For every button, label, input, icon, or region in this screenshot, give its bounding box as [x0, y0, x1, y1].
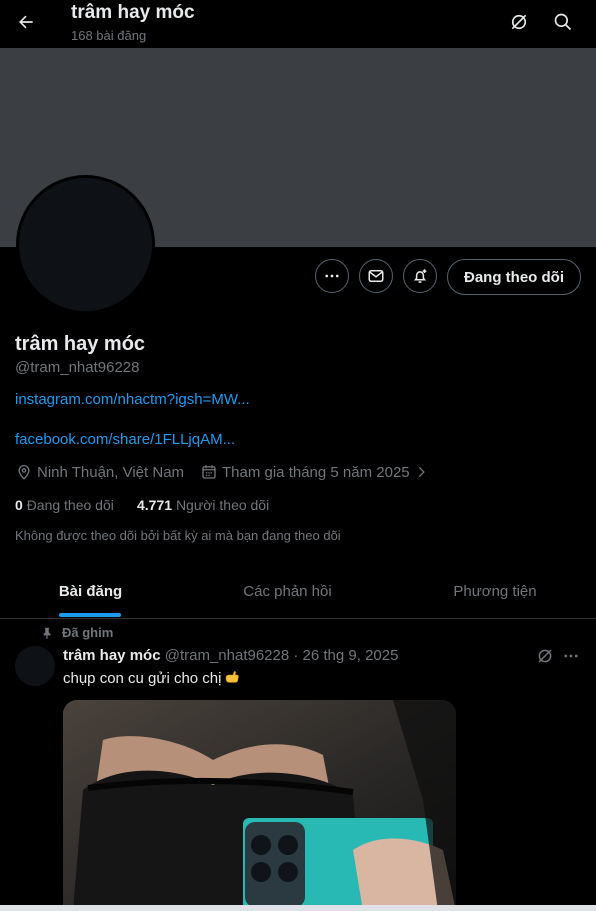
- mail-icon: [367, 267, 385, 285]
- instagram-link[interactable]: instagram.com/nhactm?igsh=MW...: [15, 391, 250, 408]
- bell-plus-icon: [411, 267, 429, 285]
- post-avatar[interactable]: [15, 646, 55, 686]
- location: Ninh Thuận, Việt Nam: [15, 463, 184, 481]
- calendar-icon: [200, 463, 218, 481]
- following-count[interactable]: 0 Đang theo dõi: [15, 497, 114, 513]
- not-followed-note: Không được theo dõi bởi bất kỳ ai mà bạn…: [15, 528, 341, 543]
- profile-tabs: Bài đăng Các phản hồi Phương tiện: [0, 565, 596, 619]
- post-text-content: chụp con cu gửi cho chị: [63, 670, 222, 687]
- following-button[interactable]: Đang theo dõi: [447, 259, 581, 295]
- join-date-text: Tham gia tháng 5 năm 2025: [222, 463, 410, 481]
- pin-icon: [40, 626, 54, 640]
- pointing-hand-emoji: [224, 669, 240, 685]
- post-media[interactable]: [63, 700, 456, 911]
- followers-number: 4.771: [137, 497, 173, 513]
- location-icon: [15, 463, 33, 481]
- join-date[interactable]: Tham gia tháng 5 năm 2025: [200, 463, 428, 481]
- followers-label: Người theo dõi: [175, 497, 270, 513]
- profile-handle: @tram_nhat96228: [15, 359, 140, 376]
- post-author[interactable]: trâm hay móc: [63, 647, 161, 664]
- post-header: trâm hay móc @tram_nhat96228 · 26 thg 9,…: [63, 647, 398, 664]
- message-button[interactable]: [359, 259, 393, 293]
- post-meta[interactable]: @tram_nhat96228 · 26 thg 9, 2025: [165, 647, 399, 664]
- following-label: Đang theo dõi: [26, 497, 114, 513]
- post-text: chụp con cu gửi cho chị: [63, 669, 240, 687]
- post-media-image: [63, 700, 456, 911]
- search-icon[interactable]: [549, 8, 577, 36]
- profile-name: trâm hay móc: [15, 333, 146, 355]
- following-number: 0: [15, 497, 23, 513]
- post-count: 168 bài đăng: [71, 28, 147, 43]
- header-title: trâm hay móc: [71, 2, 195, 23]
- active-tab-indicator: [59, 613, 121, 617]
- post-more-icon[interactable]: [560, 645, 582, 667]
- pinned-label: Đã ghim: [62, 625, 114, 640]
- grok-icon[interactable]: [505, 8, 533, 36]
- chevron-right-icon: [414, 465, 428, 479]
- grok-icon[interactable]: [534, 645, 556, 667]
- back-arrow-icon[interactable]: [12, 8, 40, 36]
- avatar[interactable]: [16, 175, 155, 314]
- tab-replies[interactable]: Các phản hồi: [181, 565, 394, 618]
- pinned-indicator: Đã ghim: [40, 625, 113, 640]
- tab-media[interactable]: Phương tiện: [394, 565, 596, 618]
- followers-count[interactable]: 4.771 Người theo dõi: [137, 497, 269, 513]
- more-button[interactable]: [315, 259, 349, 293]
- facebook-link[interactable]: facebook.com/share/1FLLjqAM...: [15, 431, 235, 448]
- tab-posts[interactable]: Bài đăng: [0, 565, 181, 618]
- more-icon: [323, 267, 341, 285]
- notify-button[interactable]: [403, 259, 437, 293]
- bottom-edge: [0, 905, 596, 911]
- location-text: Ninh Thuận, Việt Nam: [37, 463, 185, 481]
